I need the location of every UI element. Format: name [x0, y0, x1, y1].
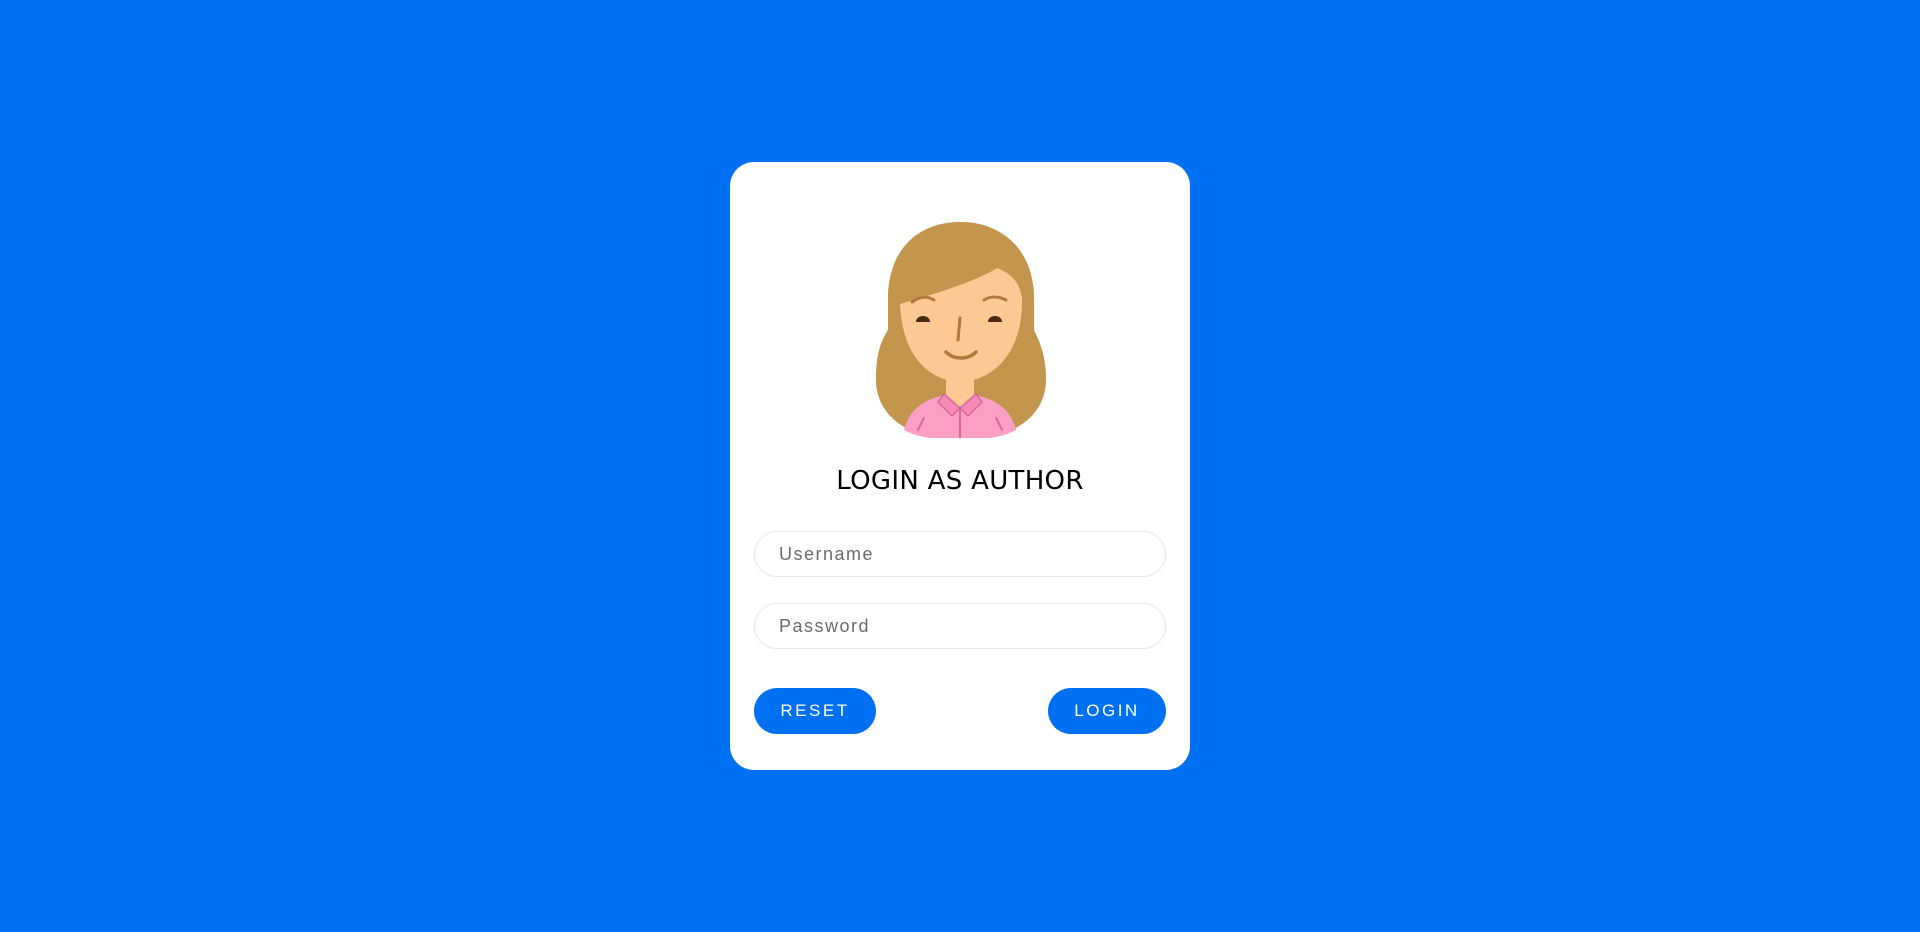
reset-button[interactable]: RESET [754, 688, 876, 734]
page-title: LOGIN AS AUTHOR [836, 466, 1084, 496]
login-page: LOGIN AS AUTHOR RESET LOGIN [0, 0, 1920, 932]
login-card: LOGIN AS AUTHOR RESET LOGIN [730, 162, 1190, 770]
female-author-avatar-icon [876, 218, 1046, 438]
password-input[interactable] [754, 603, 1166, 649]
login-button[interactable]: LOGIN [1048, 688, 1166, 734]
username-input[interactable] [754, 531, 1166, 577]
